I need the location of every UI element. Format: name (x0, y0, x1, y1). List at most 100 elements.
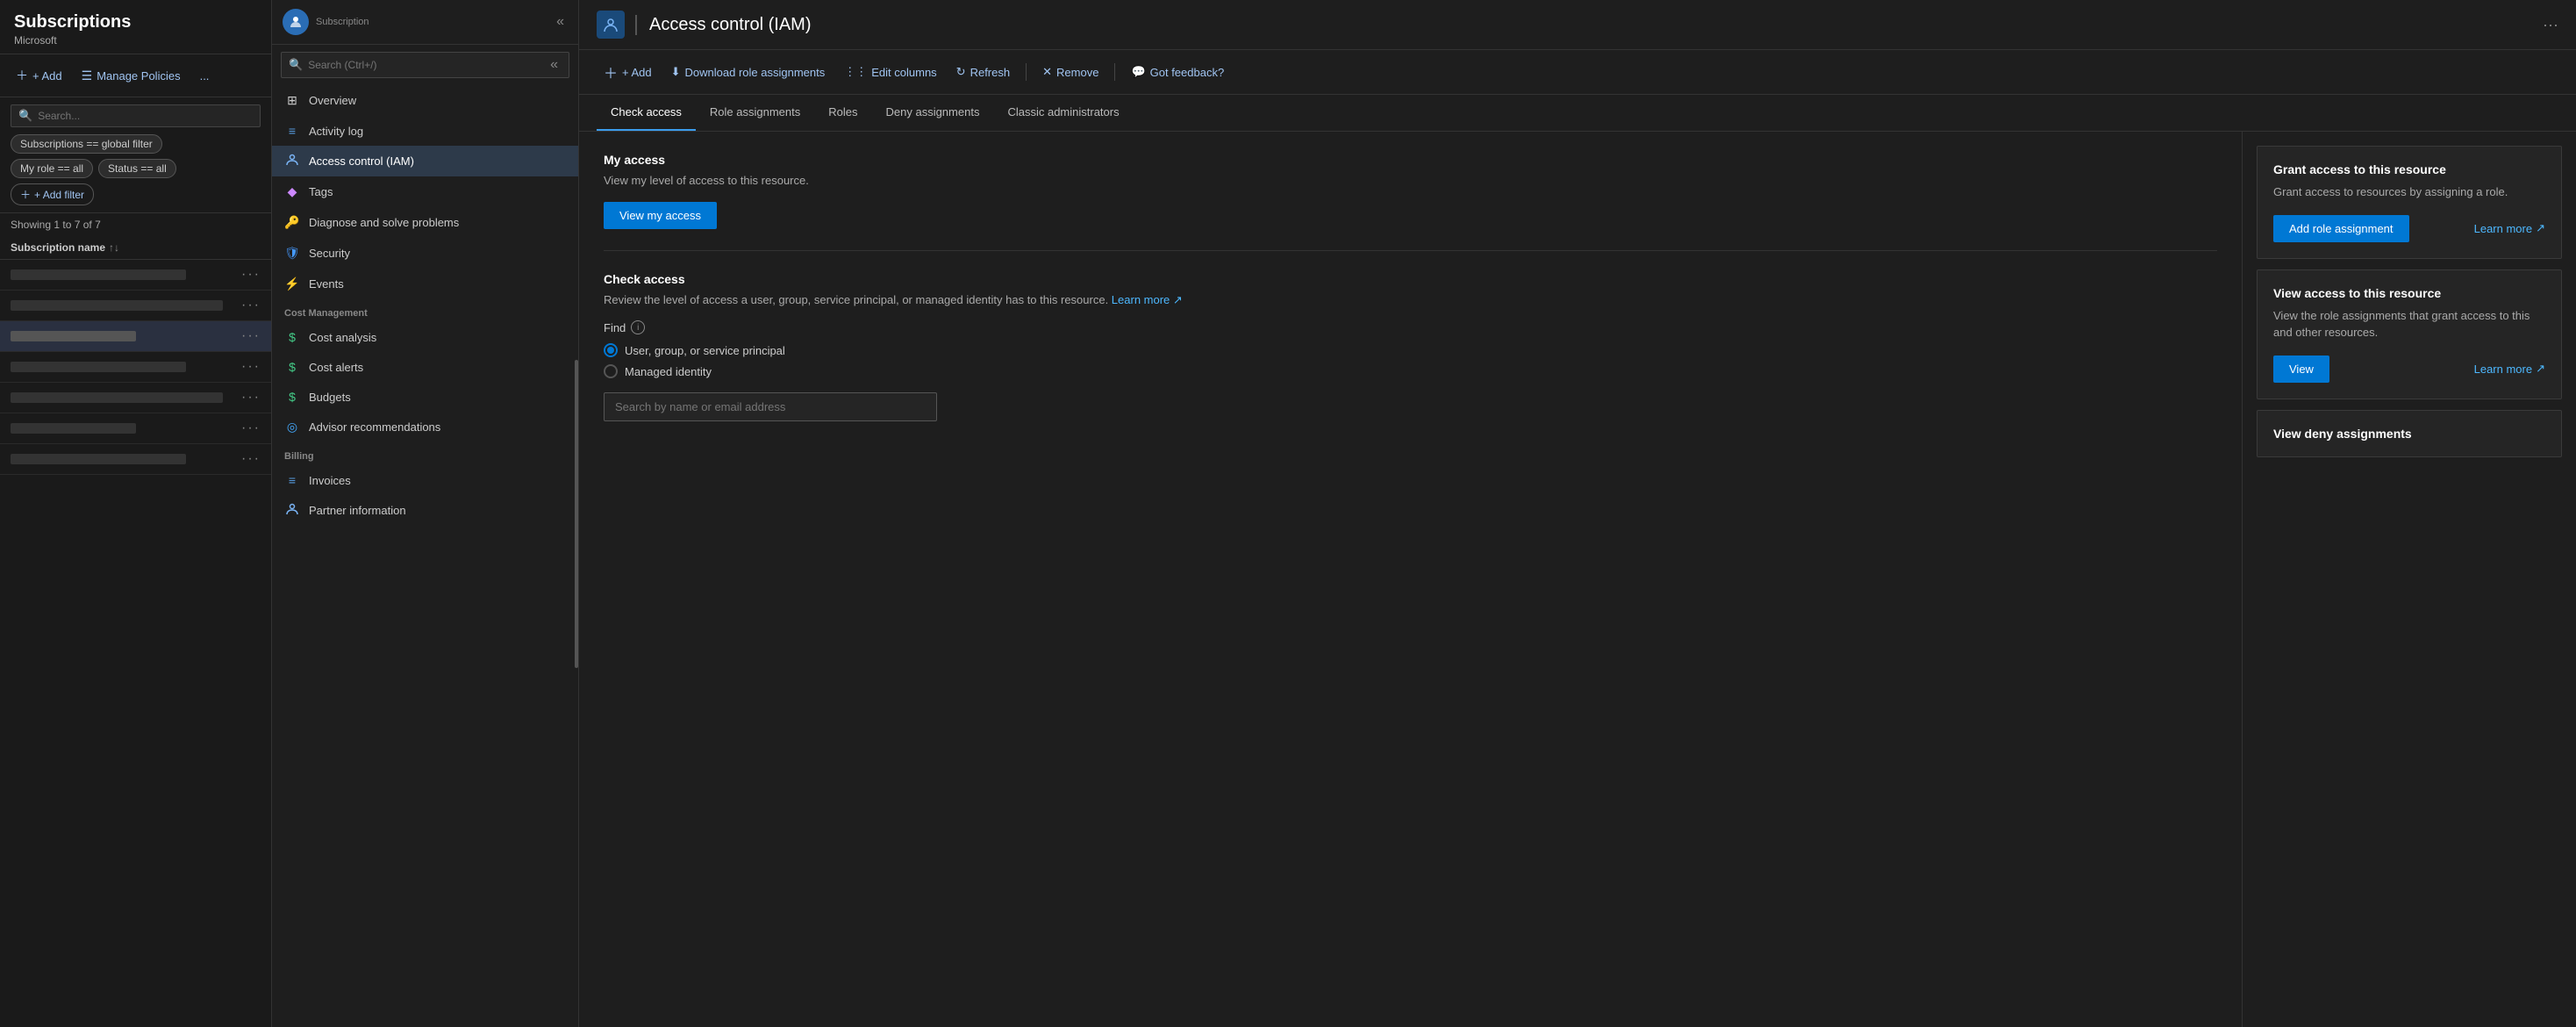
nav-item-cost-analysis[interactable]: $ Cost analysis (272, 322, 578, 352)
find-label: Find i (604, 320, 2217, 334)
search-icon: 🔍 (289, 58, 303, 72)
search-collapse-button[interactable]: « (547, 57, 562, 73)
view-access-card-title: View access to this resource (2273, 286, 2545, 300)
check-access-desc: Review the level of access a user, group… (604, 291, 2217, 309)
nav-item-invoices[interactable]: ≡ Invoices (272, 465, 578, 495)
grant-access-learn-more-link[interactable]: Learn more ↗ (2474, 221, 2545, 235)
nav-search-bar[interactable]: 🔍 « (281, 52, 569, 78)
grant-access-card-footer: Add role assignment Learn more ↗ (2273, 215, 2545, 242)
grant-access-card-desc: Grant access to resources by assigning a… (2273, 183, 2545, 201)
nav-item-security[interactable]: 🛡 Security (272, 238, 578, 269)
billing-header: Billing (272, 442, 578, 465)
tab-role-assignments[interactable]: Role assignments (696, 95, 814, 131)
grant-access-card-title: Grant access to this resource (2273, 162, 2545, 176)
nav-item-activity-log[interactable]: ≡ Activity log (272, 116, 578, 146)
radio-managed-identity[interactable]: Managed identity (604, 364, 2217, 378)
search-icon: 🔍 (18, 109, 32, 123)
toolbar-add-button[interactable]: ＋ + Add (597, 57, 659, 87)
add-filter-button[interactable]: ＋ + Add filter (11, 183, 94, 205)
my-access-title: My access (604, 153, 2217, 167)
left-panel: Subscriptions Microsoft ＋ + Add ☰ Manage… (0, 0, 272, 1027)
edit-columns-icon: ⋮⋮ (844, 65, 867, 79)
view-access-card-footer: View Learn more ↗ (2273, 356, 2545, 383)
view-access-button[interactable]: View (2273, 356, 2329, 383)
cost-alerts-icon: $ (284, 360, 300, 374)
feedback-button[interactable]: 💬 Got feedback? (1124, 61, 1231, 83)
learn-more-link[interactable]: Learn more ↗ (1112, 293, 1183, 306)
page-title: Subscriptions (14, 12, 257, 32)
budgets-icon: $ (284, 390, 300, 404)
search-box[interactable]: 🔍 (11, 104, 261, 127)
right-panel-title: Access control (IAM) (635, 15, 811, 35)
nav-item-budgets[interactable]: $ Budgets (272, 382, 578, 412)
nav-item-advisor[interactable]: ◎ Advisor recommendations (272, 412, 578, 442)
manage-policies-button[interactable]: ☰ Manage Policies (76, 65, 186, 87)
row-more-button[interactable]: ··· (241, 451, 261, 467)
radio-user-group[interactable]: User, group, or service principal (604, 343, 2217, 357)
more-options-button[interactable]: ... (195, 66, 215, 86)
radio-group: User, group, or service principal Manage… (604, 343, 2217, 378)
right-toolbar: ＋ + Add ⬇ Download role assignments ⋮⋮ E… (579, 50, 2576, 95)
status-filter[interactable]: Status == all (98, 159, 176, 178)
subscription-rows: ··· ··· ··· ··· ··· ··· ··· (0, 260, 271, 1027)
policies-icon: ☰ (82, 68, 93, 83)
find-info-icon[interactable]: i (631, 320, 645, 334)
row-more-button[interactable]: ··· (241, 298, 261, 313)
view-access-learn-more-link[interactable]: Learn more ↗ (2474, 362, 2545, 376)
row-more-button[interactable]: ··· (241, 359, 261, 375)
side-cards: Grant access to this resource Grant acce… (2243, 132, 2576, 1027)
table-row: ··· (0, 260, 271, 291)
radio-managed-identity-indicator (604, 364, 618, 378)
nav-item-cost-alerts[interactable]: $ Cost alerts (272, 352, 578, 382)
nav-item-tags[interactable]: ◆ Tags (272, 176, 578, 207)
add-role-assignment-button[interactable]: Add role assignment (2273, 215, 2409, 242)
nav-item-partner-info[interactable]: Partner information (272, 495, 578, 526)
nav-item-overview[interactable]: ⊞ Overview (272, 85, 578, 116)
row-more-button[interactable]: ··· (241, 267, 261, 283)
radio-user-group-indicator (604, 343, 618, 357)
view-deny-card-title: View deny assignments (2273, 427, 2545, 441)
cost-management-header: Cost Management (272, 299, 578, 322)
name-email-search-input[interactable] (604, 392, 937, 421)
nav-search-input[interactable] (308, 59, 541, 71)
header-more-button[interactable]: ··· (2543, 16, 2558, 34)
tab-roles[interactable]: Roles (814, 95, 871, 131)
download-role-assignments-button[interactable]: ⬇ Download role assignments (664, 61, 833, 83)
tab-classic-administrators[interactable]: Classic administrators (993, 95, 1133, 131)
view-access-card: View access to this resource View the ro… (2257, 269, 2562, 399)
row-more-button[interactable]: ··· (241, 420, 261, 436)
left-header: Subscriptions Microsoft (0, 0, 271, 54)
check-access-title: Check access (604, 272, 2217, 286)
tab-check-access[interactable]: Check access (597, 95, 696, 131)
plus-icon: ＋ (20, 187, 31, 202)
my-access-desc: View my level of access to this resource… (604, 172, 2217, 190)
nav-item-events[interactable]: ⚡ Events (272, 269, 578, 299)
view-my-access-button[interactable]: View my access (604, 202, 717, 229)
global-filter-tag[interactable]: Subscriptions == global filter (11, 134, 162, 154)
resource-icon (597, 11, 625, 39)
nav-item-access-control[interactable]: Access control (IAM) (272, 146, 578, 176)
feedback-icon: 💬 (1131, 65, 1145, 79)
tab-deny-assignments[interactable]: Deny assignments (872, 95, 994, 131)
scrollbar[interactable] (575, 360, 578, 668)
subscription-type-label: Subscription (316, 17, 369, 27)
nav-item-diagnose[interactable]: 🔑 Diagnose and solve problems (272, 207, 578, 238)
access-control-icon (284, 154, 300, 169)
subscription-name-header: Subscription name ↑↓ (0, 236, 271, 260)
middle-panel: Subscription « 🔍 « ⊞ Overview ≡ Activity… (272, 0, 579, 1027)
grant-access-card: Grant access to this resource Grant acce… (2257, 146, 2562, 259)
sort-icon[interactable]: ↑↓ (109, 241, 119, 254)
refresh-button[interactable]: ↻ Refresh (949, 61, 1017, 83)
remove-button[interactable]: ✕ Remove (1035, 61, 1106, 83)
my-role-filter[interactable]: My role == all (11, 159, 93, 178)
add-button[interactable]: ＋ + Add (11, 63, 68, 88)
collapse-button[interactable]: « (553, 14, 568, 30)
row-more-button[interactable]: ··· (241, 328, 261, 344)
edit-columns-button[interactable]: ⋮⋮ Edit columns (837, 61, 943, 83)
search-input[interactable] (38, 110, 253, 122)
refresh-icon: ↻ (956, 65, 966, 79)
plus-icon: ＋ (16, 67, 28, 84)
role-status-filters: My role == all Status == all (11, 159, 261, 178)
row-more-button[interactable]: ··· (241, 390, 261, 406)
remove-icon: ✕ (1042, 65, 1052, 79)
